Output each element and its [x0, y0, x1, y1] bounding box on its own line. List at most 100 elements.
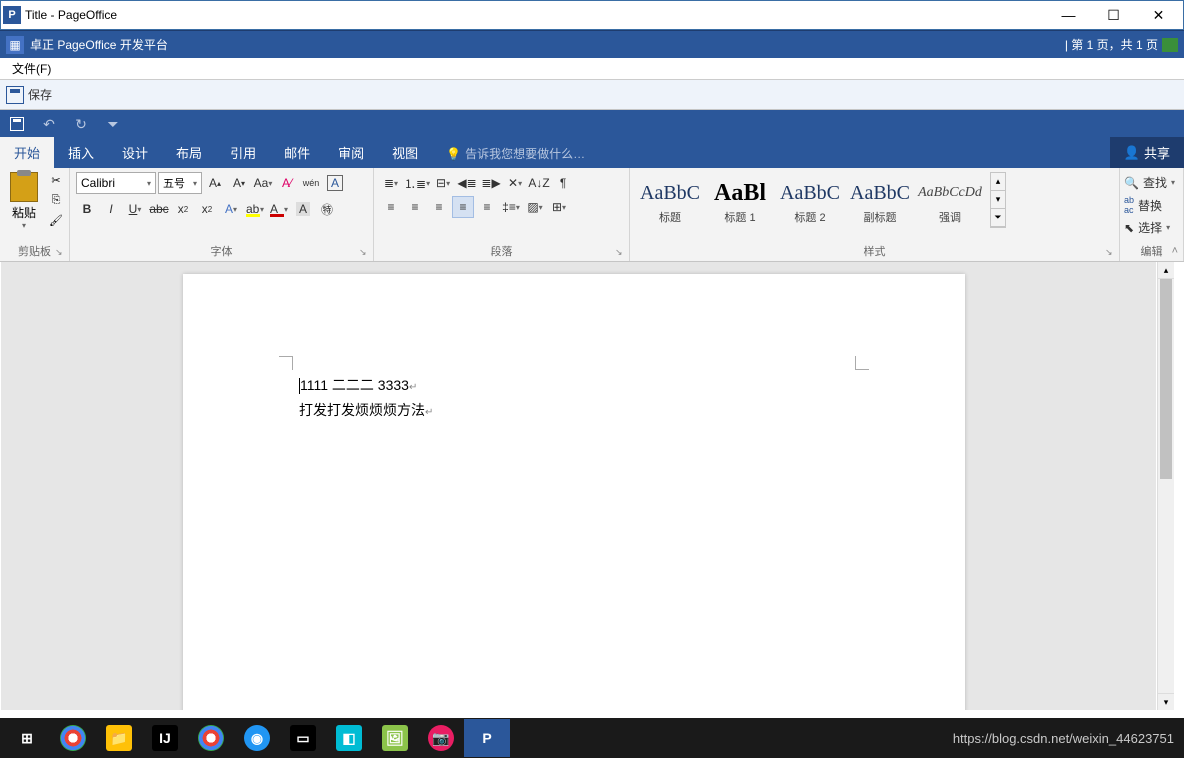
- bullets-button[interactable]: ≣▾: [380, 172, 402, 194]
- styles-up-button[interactable]: ▴: [991, 173, 1005, 191]
- taskbar-app4[interactable]: 📷: [418, 719, 464, 757]
- styles-down-button[interactable]: ▾: [991, 191, 1005, 209]
- scroll-up-button[interactable]: ▴: [1158, 262, 1174, 279]
- show-marks-button[interactable]: ¶: [552, 172, 574, 194]
- enclose-char-button[interactable]: ㊕: [316, 198, 338, 220]
- taskbar-pageoffice[interactable]: P: [464, 719, 510, 757]
- clipboard-launcher[interactable]: ↘: [55, 247, 65, 257]
- save-button[interactable]: 保存: [28, 86, 52, 103]
- copy-button[interactable]: ⎘: [47, 192, 65, 208]
- phonetic-guide-button[interactable]: wén: [300, 172, 322, 194]
- lightbulb-icon: 💡: [446, 147, 461, 161]
- text-effects-button[interactable]: A▾: [220, 198, 242, 220]
- font-name-combo[interactable]: Calibri▾: [76, 172, 156, 194]
- taskbar-app3[interactable]: 🖼: [372, 719, 418, 757]
- tell-me-search[interactable]: 💡 告诉我您想要做什么…: [432, 139, 1110, 168]
- font-color-button[interactable]: A▾: [268, 198, 290, 220]
- file-menu[interactable]: 文件(F): [8, 58, 55, 79]
- italic-button[interactable]: I: [100, 198, 122, 220]
- tab-start[interactable]: 开始: [0, 137, 54, 168]
- justify-button[interactable]: ≡: [452, 196, 474, 218]
- paste-button[interactable]: 粘贴 ▾: [6, 170, 42, 230]
- undo-button[interactable]: ↶: [40, 115, 58, 133]
- scroll-thumb[interactable]: [1160, 279, 1172, 479]
- tab-insert[interactable]: 插入: [54, 137, 108, 168]
- document-content[interactable]: 1111 二二二 3333↵ 打发打发烦烦烦方法↵: [299, 374, 433, 424]
- strikethrough-button[interactable]: abc: [148, 198, 170, 220]
- document-page[interactable]: 1111 二二二 3333↵ 打发打发烦烦烦方法↵: [183, 274, 965, 710]
- align-center-button[interactable]: ≡: [404, 196, 426, 218]
- collapse-ribbon-button[interactable]: ˄: [1172, 245, 1178, 257]
- document-area[interactable]: 1111 二二二 3333↵ 打发打发烦烦烦方法↵: [1, 262, 1156, 710]
- style-item-4[interactable]: AaBbCcDd强调: [916, 172, 984, 230]
- format-painter-button[interactable]: 🖌: [47, 212, 65, 228]
- tab-review[interactable]: 审阅: [324, 137, 378, 168]
- underline-button[interactable]: U▾: [124, 198, 146, 220]
- start-button[interactable]: ⊞: [4, 719, 50, 757]
- asian-layout-button[interactable]: ✕▾: [504, 172, 526, 194]
- taskbar-explorer[interactable]: 📁: [96, 719, 142, 757]
- borders-button[interactable]: ⊞▾: [548, 196, 570, 218]
- bold-button[interactable]: B: [76, 198, 98, 220]
- taskbar-app2[interactable]: ◧: [326, 719, 372, 757]
- decrease-indent-button[interactable]: ◀≣: [456, 172, 478, 194]
- ribbon-tabs: 开始 插入 设计 布局 引用 邮件 审阅 视图 💡 告诉我您想要做什么… 👤 共…: [0, 138, 1184, 168]
- font-size-combo[interactable]: 五号▾: [158, 172, 202, 194]
- replace-button[interactable]: abac替换: [1124, 193, 1179, 217]
- style-preview: AaBbC: [780, 177, 840, 209]
- taskbar-app1[interactable]: ◉: [234, 719, 280, 757]
- style-item-3[interactable]: AaBbC副标题: [846, 172, 914, 230]
- style-item-2[interactable]: AaBbC标题 2: [776, 172, 844, 230]
- tab-mail[interactable]: 邮件: [270, 137, 324, 168]
- paste-label: 粘贴: [12, 204, 36, 221]
- minimize-button[interactable]: —: [1046, 1, 1091, 29]
- cut-button[interactable]: ✂: [47, 172, 65, 188]
- highlight-button[interactable]: ab▾: [244, 198, 266, 220]
- numbering-button[interactable]: ⒈≣▾: [404, 172, 430, 194]
- increase-indent-button[interactable]: ≣▶: [480, 172, 502, 194]
- maximize-button[interactable]: ☐: [1091, 1, 1136, 29]
- style-item-1[interactable]: AaBl标题 1: [706, 172, 774, 230]
- taskbar-chrome[interactable]: [50, 719, 96, 757]
- styles-launcher[interactable]: ↘: [1105, 247, 1115, 257]
- vertical-scrollbar[interactable]: ▴ ▾: [1157, 262, 1174, 710]
- distribute-button[interactable]: ≡: [476, 196, 498, 218]
- subscript-button[interactable]: x2: [172, 198, 194, 220]
- change-case-button[interactable]: Aa▾: [252, 172, 274, 194]
- char-shading-button[interactable]: A: [292, 198, 314, 220]
- qat-save-button[interactable]: [8, 115, 26, 133]
- taskbar-intellij[interactable]: IJ: [142, 719, 188, 757]
- scroll-down-button[interactable]: ▾: [1158, 693, 1174, 710]
- styles-more-button[interactable]: ⏷: [991, 209, 1005, 227]
- redo-button[interactable]: ↻: [72, 115, 90, 133]
- qat-dropdown[interactable]: ⏷: [104, 115, 122, 133]
- margin-corner-tl: [279, 356, 293, 370]
- taskbar-chrome-2[interactable]: [188, 719, 234, 757]
- text-line-1[interactable]: 1111 二二二 3333↵: [299, 374, 433, 399]
- superscript-button[interactable]: x2: [196, 198, 218, 220]
- grow-font-button[interactable]: A▴: [204, 172, 226, 194]
- shading-button[interactable]: ▨▾: [524, 196, 546, 218]
- tab-references[interactable]: 引用: [216, 137, 270, 168]
- sort-button[interactable]: A↓Z: [528, 172, 550, 194]
- align-left-button[interactable]: ≡: [380, 196, 402, 218]
- char-border-button[interactable]: A: [324, 172, 346, 194]
- paragraph-launcher[interactable]: ↘: [615, 247, 625, 257]
- close-button[interactable]: ✕: [1136, 1, 1181, 29]
- tab-view[interactable]: 视图: [378, 137, 432, 168]
- line-spacing-button[interactable]: ‡≡▾: [500, 196, 522, 218]
- find-button[interactable]: 🔍查找▾: [1124, 172, 1179, 193]
- expand-icon[interactable]: [1162, 38, 1178, 52]
- multilevel-button[interactable]: ⊟▾: [432, 172, 454, 194]
- taskbar-terminal[interactable]: ▭: [280, 719, 326, 757]
- tab-layout[interactable]: 布局: [162, 137, 216, 168]
- style-item-0[interactable]: AaBbC标题: [636, 172, 704, 230]
- share-button[interactable]: 👤 共享: [1110, 137, 1184, 168]
- tab-design[interactable]: 设计: [108, 137, 162, 168]
- text-line-2[interactable]: 打发打发烦烦烦方法↵: [299, 399, 433, 424]
- align-right-button[interactable]: ≡: [428, 196, 450, 218]
- shrink-font-button[interactable]: A▾: [228, 172, 250, 194]
- clear-format-button[interactable]: A⁄: [276, 172, 298, 194]
- select-button[interactable]: ⬉选择▾: [1124, 217, 1179, 238]
- font-launcher[interactable]: ↘: [359, 247, 369, 257]
